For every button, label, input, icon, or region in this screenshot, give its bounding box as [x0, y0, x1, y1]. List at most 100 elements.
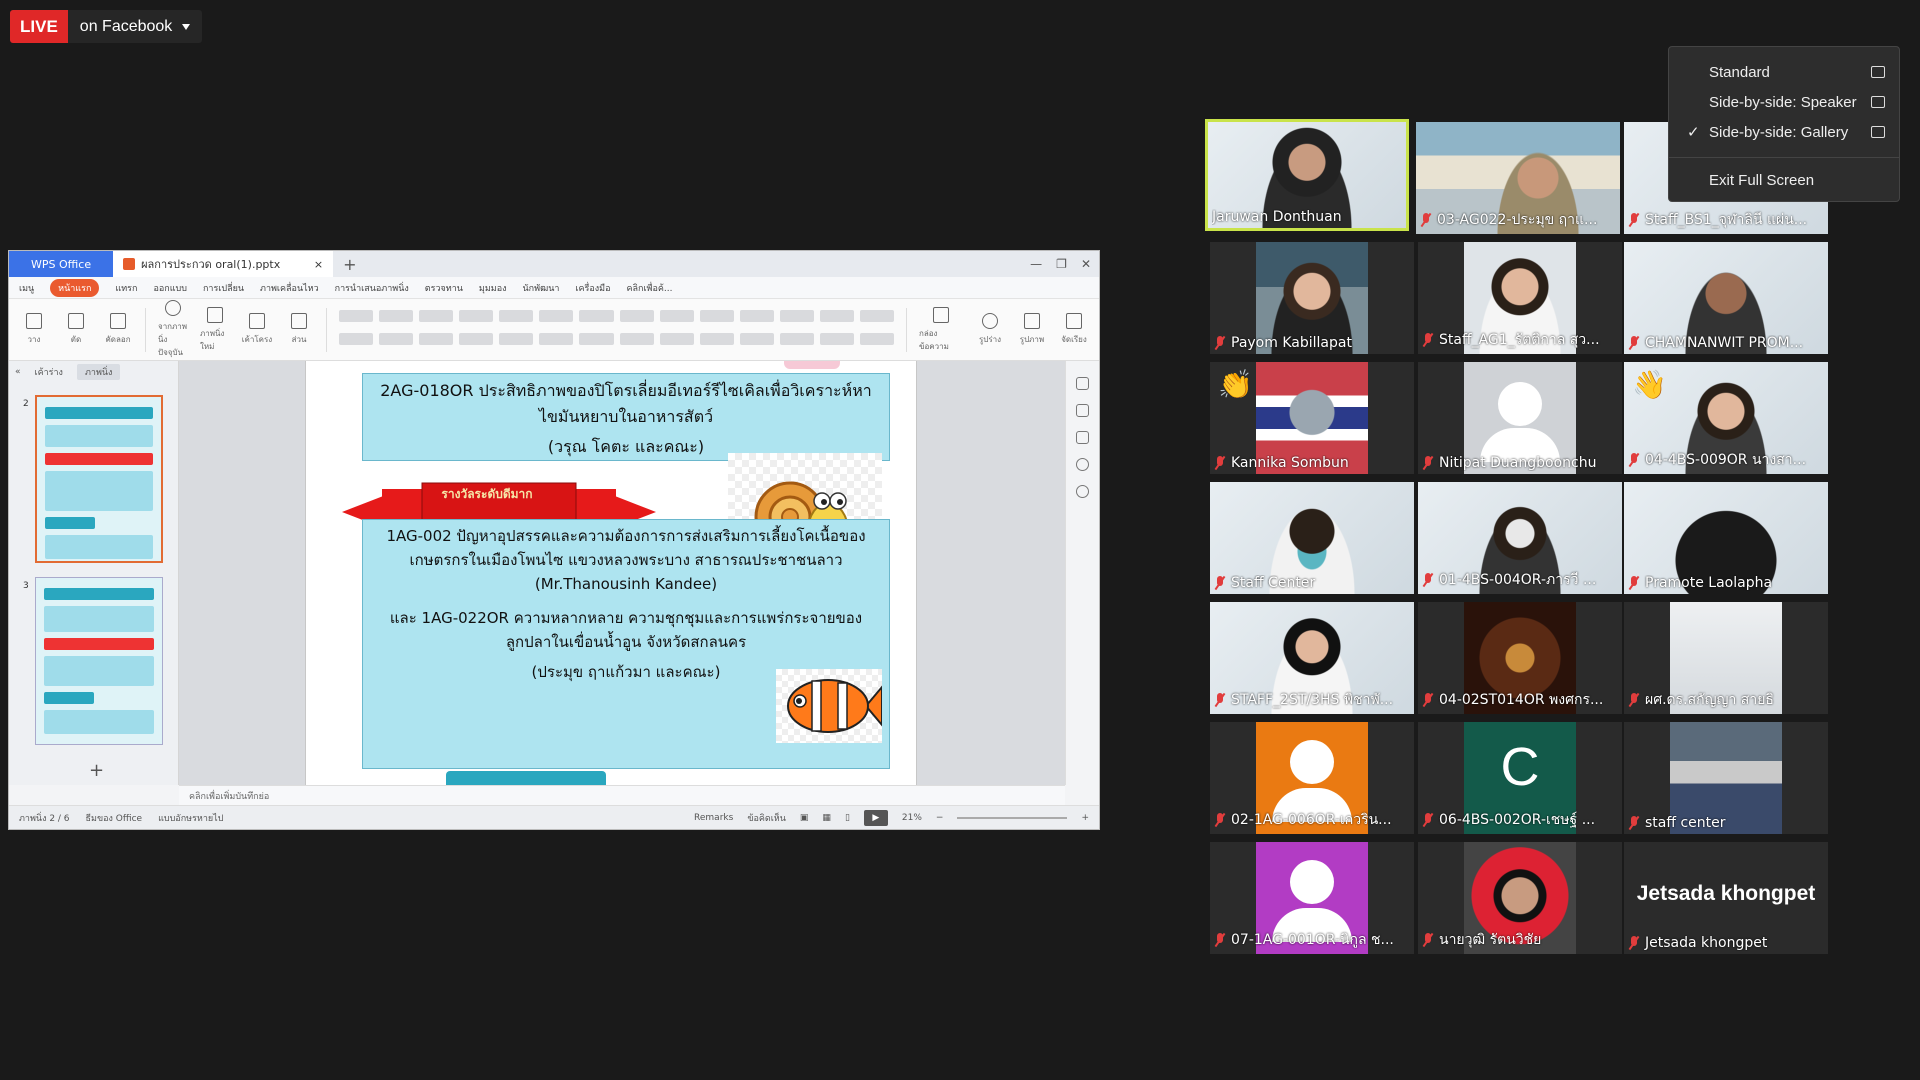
exit-full-screen-button[interactable]: Exit Full Screen — [1669, 165, 1899, 195]
reading-view-icon[interactable]: ▯ — [845, 813, 850, 823]
zoom-slider[interactable] — [957, 816, 1068, 819]
participant-tile[interactable]: Jetsada khongpet Jetsada khongpet — [1624, 842, 1828, 954]
participant-tile[interactable]: Staff Center — [1210, 482, 1414, 594]
new-slide-button[interactable]: ภาพนิ่งใหม่ — [200, 306, 230, 353]
participant-tile[interactable]: C 06-4BS-002OR-เชษฐ์ ... — [1418, 722, 1622, 834]
new-tab-button[interactable]: + — [333, 255, 366, 274]
format-control[interactable] — [859, 309, 894, 322]
normal-view-icon[interactable]: ▣ — [800, 813, 809, 823]
help-icon[interactable] — [1076, 485, 1089, 498]
copy-button[interactable]: คัดลอก — [103, 313, 133, 346]
format-control[interactable] — [779, 332, 814, 345]
zoom-in-icon[interactable]: + — [1081, 813, 1089, 823]
menu-item[interactable]: การนำเสนอภาพนิ่ง — [335, 281, 409, 295]
close-window-icon[interactable]: ✕ — [1081, 257, 1091, 271]
notes-pane[interactable]: คลิกเพื่อเพิ่มบันทึกย่อ — [179, 785, 1065, 807]
minimize-icon[interactable]: — — [1030, 257, 1042, 271]
participant-tile[interactable]: 01-4BS-004OR-ภารวี ... — [1418, 482, 1622, 594]
menu-item[interactable]: มุมมอง — [479, 281, 507, 295]
menu-item-home[interactable]: หน้าแรก — [50, 278, 100, 297]
menu-item[interactable]: ภาพเคลื่อนไหว — [260, 281, 319, 295]
participant-tile[interactable]: 02-1AG-006OR-เกวริน... — [1210, 722, 1414, 834]
format-control[interactable] — [539, 332, 574, 345]
format-control[interactable] — [339, 332, 374, 345]
properties-icon[interactable] — [1076, 377, 1089, 390]
format-control[interactable] — [739, 309, 774, 322]
shapes-button[interactable]: รูปร่าง — [975, 313, 1005, 346]
from-current-slide-button[interactable]: จากภาพนิ่งปัจจุบัน — [158, 300, 188, 359]
format-control[interactable] — [739, 332, 774, 345]
format-control[interactable] — [659, 332, 694, 345]
participant-tile[interactable]: นายวุฒิ รัตนวิชัย — [1418, 842, 1622, 954]
menu-item[interactable]: เครื่องมือ — [575, 281, 610, 295]
format-control[interactable] — [819, 309, 854, 322]
view-option-standard[interactable]: Standard — [1669, 57, 1899, 87]
missing-font-indicator[interactable]: แบบอักษรหายไป — [158, 811, 223, 825]
menu-item[interactable]: ออกแบบ — [153, 281, 187, 295]
close-tab-icon[interactable]: × — [314, 258, 323, 271]
format-control[interactable] — [699, 332, 734, 345]
cut-button[interactable]: ตัด — [61, 313, 91, 346]
format-control[interactable] — [819, 332, 854, 345]
format-control[interactable] — [379, 332, 414, 345]
document-tab[interactable]: ผลการประกวด oral(1).pptx × — [113, 251, 334, 277]
menu-item[interactable]: การเปลี่ยน — [203, 281, 244, 295]
slideshow-play-button[interactable]: ▶ — [863, 809, 888, 826]
history-icon[interactable] — [1076, 458, 1089, 471]
participant-tile[interactable]: Pramote Laolapha — [1624, 482, 1828, 594]
participant-tile[interactable]: Jaruwan Donthuan — [1205, 119, 1409, 231]
format-control[interactable] — [579, 332, 614, 345]
format-control[interactable] — [619, 309, 654, 322]
pin-icon[interactable] — [1076, 404, 1089, 417]
participant-tile[interactable]: STAFF_2ST/3HS พิชาพั... — [1210, 602, 1414, 714]
participant-tile[interactable]: 04-02ST014OR พงศกร... — [1418, 602, 1622, 714]
comment-button[interactable]: ข้อคิดเห็น — [747, 811, 786, 825]
menu-item[interactable]: นักพัฒนา — [523, 281, 560, 295]
participant-tile[interactable]: 07-1AG-001OR-นิกูล ช... — [1210, 842, 1414, 954]
view-option-side-speaker[interactable]: Side-by-side: Speaker — [1669, 87, 1899, 117]
grid-view-icon[interactable]: ▦ — [822, 813, 831, 823]
format-control[interactable] — [619, 332, 654, 345]
collapse-pane-icon[interactable]: « — [15, 367, 21, 377]
format-control[interactable] — [859, 332, 894, 345]
adjust-icon[interactable] — [1076, 431, 1089, 444]
format-control[interactable] — [539, 309, 574, 322]
format-control[interactable] — [499, 309, 534, 322]
layout-button[interactable]: เค้าโครง — [242, 313, 272, 346]
participant-tile[interactable]: Nitipat Duangboonchu — [1418, 362, 1622, 474]
format-control[interactable] — [379, 309, 414, 322]
live-stream-badge[interactable]: LIVE on Facebook — [10, 10, 203, 43]
participant-tile[interactable]: Payom Kabillapat — [1210, 242, 1414, 354]
picture-button[interactable]: รูปภาพ — [1017, 313, 1047, 346]
paste-button[interactable]: วาง — [19, 313, 49, 346]
participant-tile[interactable]: 👋 04-4BS-009OR นางสา... — [1624, 362, 1828, 474]
participant-tile[interactable]: Staff_AG1_รัตติกาล สุว... — [1418, 242, 1622, 354]
maximize-icon[interactable]: ❐ — [1056, 257, 1067, 271]
format-control[interactable] — [419, 309, 454, 322]
format-control[interactable] — [579, 309, 614, 322]
search-command[interactable]: คลิกเพื่อค้... — [626, 281, 672, 295]
menu-item[interactable]: ตรวจทาน — [425, 281, 463, 295]
current-slide[interactable]: 2AG-018OR ประสิทธิภาพของปิโตรเลี่ยมอีเทอ… — [305, 361, 917, 785]
clownfish-image[interactable] — [776, 669, 883, 743]
menu-item[interactable]: แทรก — [115, 281, 137, 295]
add-slide-button[interactable]: + — [89, 760, 104, 781]
slide-thumbnail-2[interactable] — [35, 395, 163, 563]
text-box-button[interactable]: กล่องข้อความ — [919, 306, 963, 353]
participant-tile[interactable]: CHAMNANWIT PROM... — [1624, 242, 1828, 354]
format-control[interactable] — [459, 332, 494, 345]
format-control[interactable] — [779, 309, 814, 322]
live-platform[interactable]: on Facebook — [68, 18, 203, 36]
arrange-button[interactable]: จัดเรียง — [1059, 313, 1089, 346]
format-control[interactable] — [419, 332, 454, 345]
format-control[interactable] — [339, 309, 374, 322]
remarks-button[interactable]: Remarks — [694, 813, 733, 823]
format-control[interactable] — [659, 309, 694, 322]
zoom-out-icon[interactable]: − — [936, 813, 944, 823]
award-box-1[interactable]: 2AG-018OR ประสิทธิภาพของปิโตรเลี่ยมอีเทอ… — [362, 373, 890, 461]
participant-tile[interactable]: ผศ.ดร.สกัญญา สายธิ — [1624, 602, 1828, 714]
participant-tile[interactable]: 👏 Kannika Sombun — [1210, 362, 1414, 474]
wps-office-tab[interactable]: WPS Office — [9, 251, 114, 277]
format-control[interactable] — [499, 332, 534, 345]
zoom-level[interactable]: 21% — [902, 813, 922, 823]
